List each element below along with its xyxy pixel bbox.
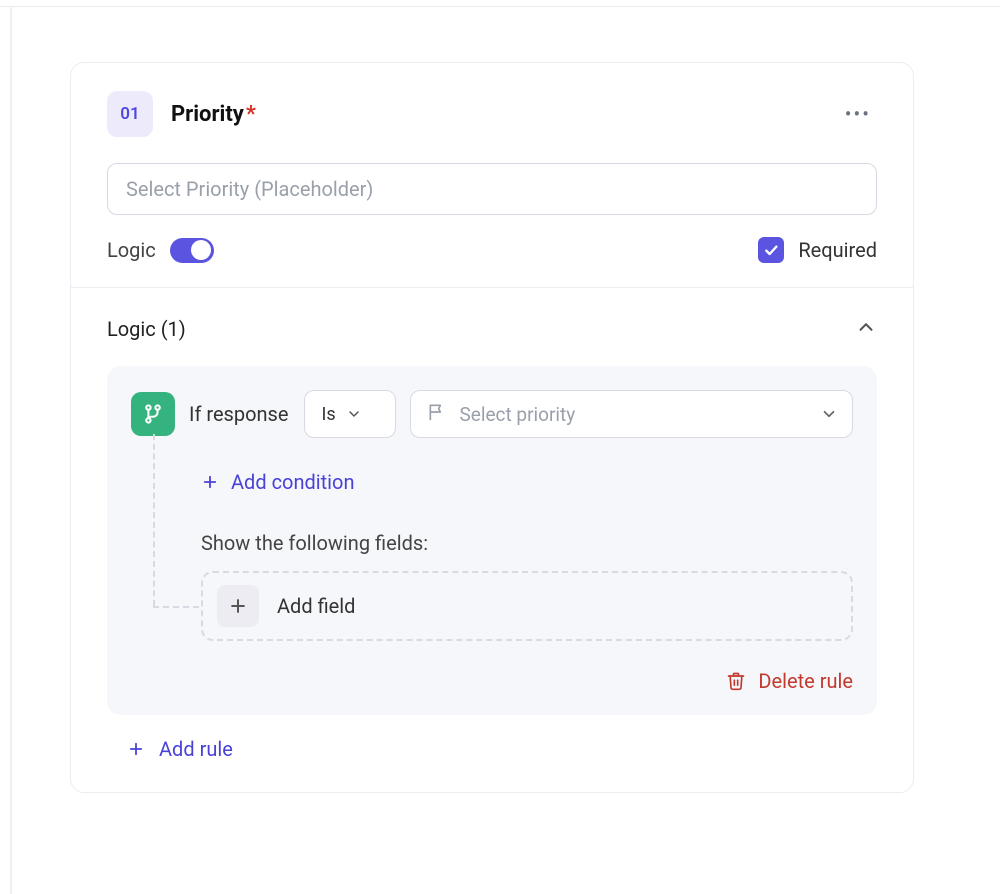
logic-row: Logic Required [107, 237, 877, 263]
rule-priority-select[interactable]: Select priority [410, 390, 853, 438]
toggle-knob [191, 240, 211, 260]
delete-rule-button[interactable]: Delete rule [131, 669, 853, 693]
rule-condition-row: If response Is Select priority [131, 390, 853, 438]
branch-icon [131, 392, 175, 436]
flag-icon [427, 402, 447, 427]
field-title: Priority* [171, 102, 256, 127]
chevron-up-icon [855, 316, 877, 338]
check-icon [763, 242, 779, 258]
rule-priority-placeholder: Select priority [459, 403, 808, 426]
logic-section-title: Logic (1) [107, 317, 186, 341]
plus-icon [201, 473, 219, 491]
priority-select-placeholder: Select Priority (Placeholder) [126, 177, 373, 201]
git-branch-icon [142, 403, 164, 425]
left-rail [10, 6, 12, 894]
title-left: 01 Priority* [107, 91, 256, 137]
title-row: 01 Priority* ••• [107, 91, 877, 137]
operator-value: Is [321, 404, 335, 425]
add-field-label: Add field [277, 594, 355, 618]
top-separator [0, 6, 1000, 7]
add-field-plus-box [217, 585, 259, 627]
chevron-down-icon [346, 406, 362, 422]
delete-rule-label: Delete rule [758, 669, 853, 693]
priority-select-main[interactable]: Select Priority (Placeholder) [107, 163, 877, 215]
field-title-text: Priority [171, 102, 244, 127]
required-label: Required [798, 238, 877, 262]
card-header: 01 Priority* ••• Select Priority (Placeh… [71, 63, 913, 287]
logic-section: Logic (1) If response Is [71, 288, 913, 792]
add-rule-button[interactable]: Add rule [107, 737, 233, 761]
required-star: * [246, 102, 256, 127]
logic-toggle[interactable] [170, 238, 214, 263]
show-fields-label: Show the following fields: [201, 531, 853, 555]
add-field-button[interactable]: Add field [201, 571, 853, 641]
operator-select[interactable]: Is [304, 390, 396, 438]
rule-indent-block: Add condition Show the following fields:… [153, 438, 853, 641]
field-number: 01 [120, 104, 139, 124]
logic-left: Logic [107, 238, 214, 263]
more-menu-button[interactable]: ••• [839, 98, 877, 130]
add-condition-label: Add condition [231, 470, 355, 494]
field-number-badge: 01 [107, 91, 153, 137]
field-card: 01 Priority* ••• Select Priority (Placeh… [70, 62, 914, 793]
trash-icon [726, 671, 746, 691]
logic-section-header: Logic (1) [107, 316, 877, 342]
rule-card: If response Is Select priority [107, 366, 877, 715]
chevron-down-icon [820, 405, 838, 423]
required-checkbox[interactable] [758, 237, 784, 263]
plus-icon [228, 596, 248, 616]
collapse-toggle[interactable] [855, 316, 877, 342]
if-response-label: If response [189, 402, 288, 426]
connector-horizontal [153, 606, 199, 608]
logic-label: Logic [107, 238, 156, 262]
add-condition-button[interactable]: Add condition [201, 470, 355, 494]
required-group: Required [758, 237, 877, 263]
connector-vertical [153, 434, 155, 606]
plus-icon [127, 740, 145, 758]
add-rule-label: Add rule [159, 737, 233, 761]
